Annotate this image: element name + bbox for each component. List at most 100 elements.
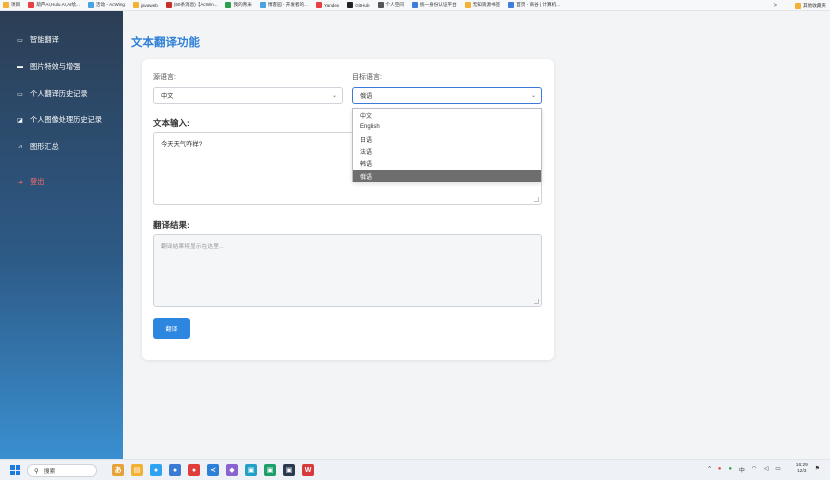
bookmark-label: 活动 - AcWing <box>95 2 125 7</box>
taskbar-search[interactable]: ⚲ 搜索 <box>27 464 97 477</box>
taskbar-app-icon[interactable]: ● <box>150 464 162 476</box>
option-english[interactable]: English <box>353 121 541 133</box>
option-russian[interactable]: 俄语 <box>353 169 541 183</box>
bookmark-item[interactable]: GitHub <box>347 2 370 8</box>
logout-label: 登出 <box>30 177 45 186</box>
sidebar-item-image-history[interactable]: ◪ 个人图像处理历史记录 <box>16 115 102 125</box>
bookmark-label: 统一身份认证平台 <box>419 2 457 7</box>
taskbar-app-icon[interactable]: あ <box>112 464 124 476</box>
bookmark-item[interactable]: 博客园 - 开发者的... <box>259 2 308 8</box>
taskbar-app-icon[interactable]: ◆ <box>226 464 238 476</box>
bookmark-icon <box>464 2 471 8</box>
tray-overflow-icon[interactable]: ^ <box>708 466 711 472</box>
sidebar: ▭ 智能翻译 ▬ 图片特效与增强 ▭ 个人翻译历史记录 ◪ 个人图像处理历史记录… <box>0 11 123 459</box>
bookmark-label: 我的青米 <box>233 2 252 7</box>
bookmark-label: 个人空间 <box>385 2 404 7</box>
option-french[interactable]: 法语 <box>353 146 541 158</box>
chevron-down-icon: ⌄ <box>530 93 536 99</box>
logout-icon: ⇥ <box>17 179 23 186</box>
app-tray-icon[interactable]: ● <box>718 466 722 472</box>
bookmark-label: 无知资源书签 <box>472 2 501 7</box>
wifi-icon[interactable]: ◠ <box>752 466 757 472</box>
bookmark-label: 首页 - 商谷 | 计算机... <box>516 2 561 7</box>
sidebar-item-label: 个人翻译历史记录 <box>30 89 88 98</box>
bookmark-icon <box>165 2 172 8</box>
input-method-indicator[interactable]: 中 <box>739 465 745 474</box>
taskbar: ⚲ 搜索 あ ▤ ● ● ● ≺ ◆ ▣ ▣ ▣ W ^ ● ● 中 ◠ ◁ ▭ 16:29 12/… <box>0 459 830 480</box>
taskbar-app-icon[interactable]: W <box>302 464 314 476</box>
bookmark-label: Yandex <box>323 2 340 8</box>
sidebar-item-smart-translate[interactable]: ▭ 智能翻译 <box>16 35 59 45</box>
image-icon: ▬ <box>17 64 23 70</box>
bookmarks-right: > 其他收藏夹 <box>774 0 826 11</box>
source-language-label: 源语言: <box>153 74 176 81</box>
taskbar-apps: あ ▤ ● ● ● ≺ ◆ ▣ ▣ ▣ W <box>112 464 321 476</box>
bookmark-item[interactable]: 我的青米 <box>225 2 252 8</box>
bookmark-item[interactable]: 项目 <box>3 2 20 8</box>
text-input-title: 文本输入: <box>153 118 190 128</box>
bookmark-item[interactable]: 无知资源书签 <box>464 2 501 8</box>
bookmark-icon <box>315 2 322 8</box>
other-bookmarks-folder[interactable]: 其他收藏夹 <box>795 2 826 9</box>
bookmark-item[interactable]: Yandex <box>315 2 340 8</box>
option-chinese[interactable]: 中文 <box>353 109 541 121</box>
option-japanese[interactable]: 日语 <box>353 133 541 145</box>
search-label: 搜索 <box>43 469 56 475</box>
translation-card <box>142 59 554 360</box>
option-korean[interactable]: 韩语 <box>353 158 541 170</box>
bookmark-label: 博客园 - 开发者的... <box>267 2 308 7</box>
sidebar-item-label: 智能翻译 <box>30 35 59 44</box>
sidebar-item-charts[interactable]: ⩘ 图形汇总 <box>16 142 58 152</box>
translate-button[interactable]: 翻译 <box>153 318 190 339</box>
taskbar-app-icon[interactable]: ▣ <box>283 464 295 476</box>
battery-icon[interactable]: ▭ <box>775 466 780 472</box>
bookmark-icon <box>411 2 418 8</box>
bookmark-label: (60条消息)【AcWin... <box>173 2 218 7</box>
bookmarks-overflow-chevron-icon[interactable]: > <box>774 3 778 9</box>
source-language-value: 中文 <box>161 93 174 100</box>
bookmark-item[interactable]: 活动 - AcWing <box>87 2 125 8</box>
target-language-value: 俄语 <box>360 93 373 100</box>
sidebar-item-label: 图片特效与增强 <box>30 62 81 71</box>
sidebar-item-label: 个人图像处理历史记录 <box>30 115 102 124</box>
sidebar-item-image-effects[interactable]: ▬ 图片特效与增强 <box>16 62 80 72</box>
result-field[interactable]: 翻译结果将显示在这里... <box>153 234 542 307</box>
target-language-select[interactable]: 俄语 ⌄ <box>352 87 542 104</box>
sidebar-item-logout[interactable]: ⇥ 登出 <box>16 177 44 187</box>
volume-icon[interactable]: ◁ <box>764 466 768 472</box>
gallery-icon: ◪ <box>17 117 23 124</box>
translate-icon: ▭ <box>17 37 23 44</box>
target-language-dropdown: 中文 English 日语 法语 韩语 俄语 <box>352 108 542 183</box>
source-language-select[interactable]: 中文 ⌄ <box>153 87 343 104</box>
bookmark-icon <box>28 2 35 8</box>
folder-icon <box>795 2 802 9</box>
history-icon: ▭ <box>17 91 23 98</box>
taskbar-app-icon[interactable]: ≺ <box>207 464 219 476</box>
bookmark-item[interactable]: javaweb <box>132 2 158 8</box>
notification-icon[interactable]: ⚑ <box>815 466 820 472</box>
bookmark-icon <box>132 2 139 8</box>
bookmark-item[interactable]: 统一身份认证平台 <box>411 2 457 8</box>
app-tray-icon[interactable]: ● <box>728 466 732 472</box>
resize-handle-icon[interactable] <box>534 197 539 202</box>
clock-date: 12/3 <box>797 469 807 474</box>
bookmark-item[interactable]: 首页 - 商谷 | 计算机... <box>508 2 560 8</box>
taskbar-app-icon[interactable]: ▣ <box>264 464 276 476</box>
taskbar-app-icon[interactable]: ● <box>169 464 181 476</box>
taskbar-app-icon[interactable]: ● <box>188 464 200 476</box>
bookmark-item[interactable]: 葫芦AI,Hulu AI,AI绘... <box>28 2 80 8</box>
windows-start-icon[interactable] <box>10 465 20 475</box>
bookmark-item[interactable]: (60条消息)【AcWin... <box>165 2 218 8</box>
bookmark-item[interactable]: 个人空间 <box>377 2 404 8</box>
sidebar-item-translate-history[interactable]: ▭ 个人翻译历史记录 <box>16 89 88 99</box>
bookmark-label: 项目 <box>11 2 21 7</box>
taskbar-app-icon[interactable]: ▤ <box>131 464 143 476</box>
other-bookmarks-label: 其他收藏夹 <box>803 2 826 8</box>
text-input-value: 今天天气咋样? <box>161 141 203 148</box>
search-icon: ⚲ <box>34 467 39 475</box>
clock[interactable]: 16:29 12/3 <box>789 463 808 475</box>
resize-handle-icon[interactable] <box>534 299 539 304</box>
taskbar-app-icon[interactable]: ▣ <box>245 464 257 476</box>
bookmark-label: 葫芦AI,Hulu AI,AI绘... <box>36 2 80 7</box>
result-title: 翻译结果: <box>153 220 190 230</box>
